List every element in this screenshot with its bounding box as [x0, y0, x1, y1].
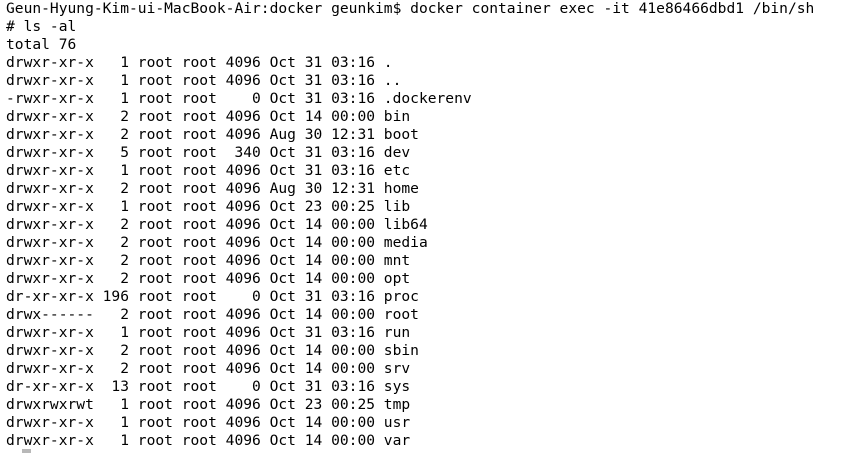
directory-entry: drwxr-xr-x 1 root root 4096 Oct 23 00:25…: [6, 198, 411, 215]
directory-entry: drwx------ 2 root root 4096 Oct 14 00:00…: [6, 306, 419, 323]
directory-entry: drwxr-xr-x 1 root root 4096 Oct 14 00:00…: [6, 414, 411, 431]
directory-entry: drwxr-xr-x 2 root root 4096 Oct 14 00:00…: [6, 252, 411, 269]
directory-entry: -rwxr-xr-x 1 root root 0 Oct 31 03:16 .d…: [6, 90, 472, 107]
directory-entry: drwxr-xr-x 2 root root 4096 Aug 30 12:31…: [6, 126, 419, 143]
directory-entry: drwxr-xr-x 2 root root 4096 Oct 14 00:00…: [6, 108, 411, 125]
directory-entry: drwxr-xr-x 5 root root 340 Oct 31 03:16 …: [6, 144, 411, 161]
text-cursor: [22, 449, 31, 453]
directory-entry: drwxr-xr-x 2 root root 4096 Aug 30 12:31…: [6, 180, 419, 197]
directory-entry: dr-xr-xr-x 13 root root 0 Oct 31 03:16 s…: [6, 378, 411, 395]
command-line: Geun-Hyung-Kim-ui-MacBook-Air:docker geu…: [6, 0, 815, 17]
terminal-output: Geun-Hyung-Kim-ui-MacBook-Air:docker geu…: [6, 0, 839, 450]
command-line: # ls -al: [6, 18, 77, 35]
directory-entry: dr-xr-xr-x 196 root root 0 Oct 31 03:16 …: [6, 288, 419, 305]
directory-entry: drwxr-xr-x 2 root root 4096 Oct 14 00:00…: [6, 270, 411, 287]
directory-entry: drwxr-xr-x 2 root root 4096 Oct 14 00:00…: [6, 342, 419, 359]
directory-entry: drwxr-xr-x 1 root root 4096 Oct 31 03:16…: [6, 72, 402, 89]
directory-entry: drwxr-xr-x 1 root root 4096 Oct 31 03:16…: [6, 324, 411, 341]
directory-entry: drwxr-xr-x 1 root root 4096 Oct 14 00:00…: [6, 432, 411, 449]
directory-entry: drwxr-xr-x 2 root root 4096 Oct 14 00:00…: [6, 234, 428, 251]
output-line: total 76: [6, 36, 77, 53]
directory-entry: drwxrwxrwt 1 root root 4096 Oct 23 00:25…: [6, 396, 411, 413]
directory-entry: drwxr-xr-x 2 root root 4096 Oct 14 00:00…: [6, 216, 428, 233]
directory-entry: drwxr-xr-x 1 root root 4096 Oct 31 03:16…: [6, 162, 411, 179]
directory-entry: drwxr-xr-x 1 root root 4096 Oct 31 03:16…: [6, 54, 393, 71]
terminal-window[interactable]: Geun-Hyung-Kim-ui-MacBook-Air:docker geu…: [0, 0, 841, 453]
directory-entry: drwxr-xr-x 2 root root 4096 Oct 14 00:00…: [6, 360, 411, 377]
